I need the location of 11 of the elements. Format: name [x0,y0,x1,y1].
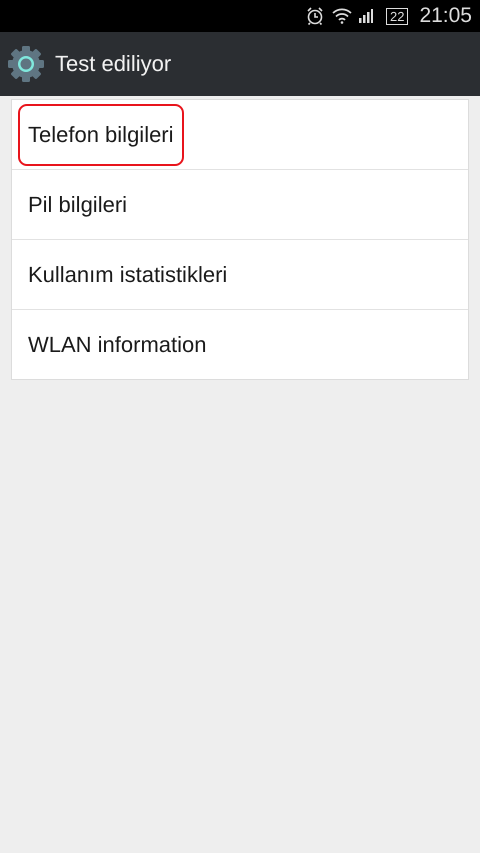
signal-icon [358,9,373,23]
menu-item[interactable]: Pil bilgileri [18,174,138,236]
menu-item[interactable]: Telefon bilgileri [18,104,184,166]
clock-time: 21:05 [419,4,472,28]
battery-indicator: 22 [386,8,408,24]
wifi-icon [332,8,352,24]
alarm-icon [304,6,325,26]
menu-item[interactable]: WLAN information [18,314,217,376]
menu-item[interactable]: Kullanım istatistikleri [18,244,238,306]
gear-icon [7,45,45,83]
app-title: Test ediliyor [55,51,172,77]
